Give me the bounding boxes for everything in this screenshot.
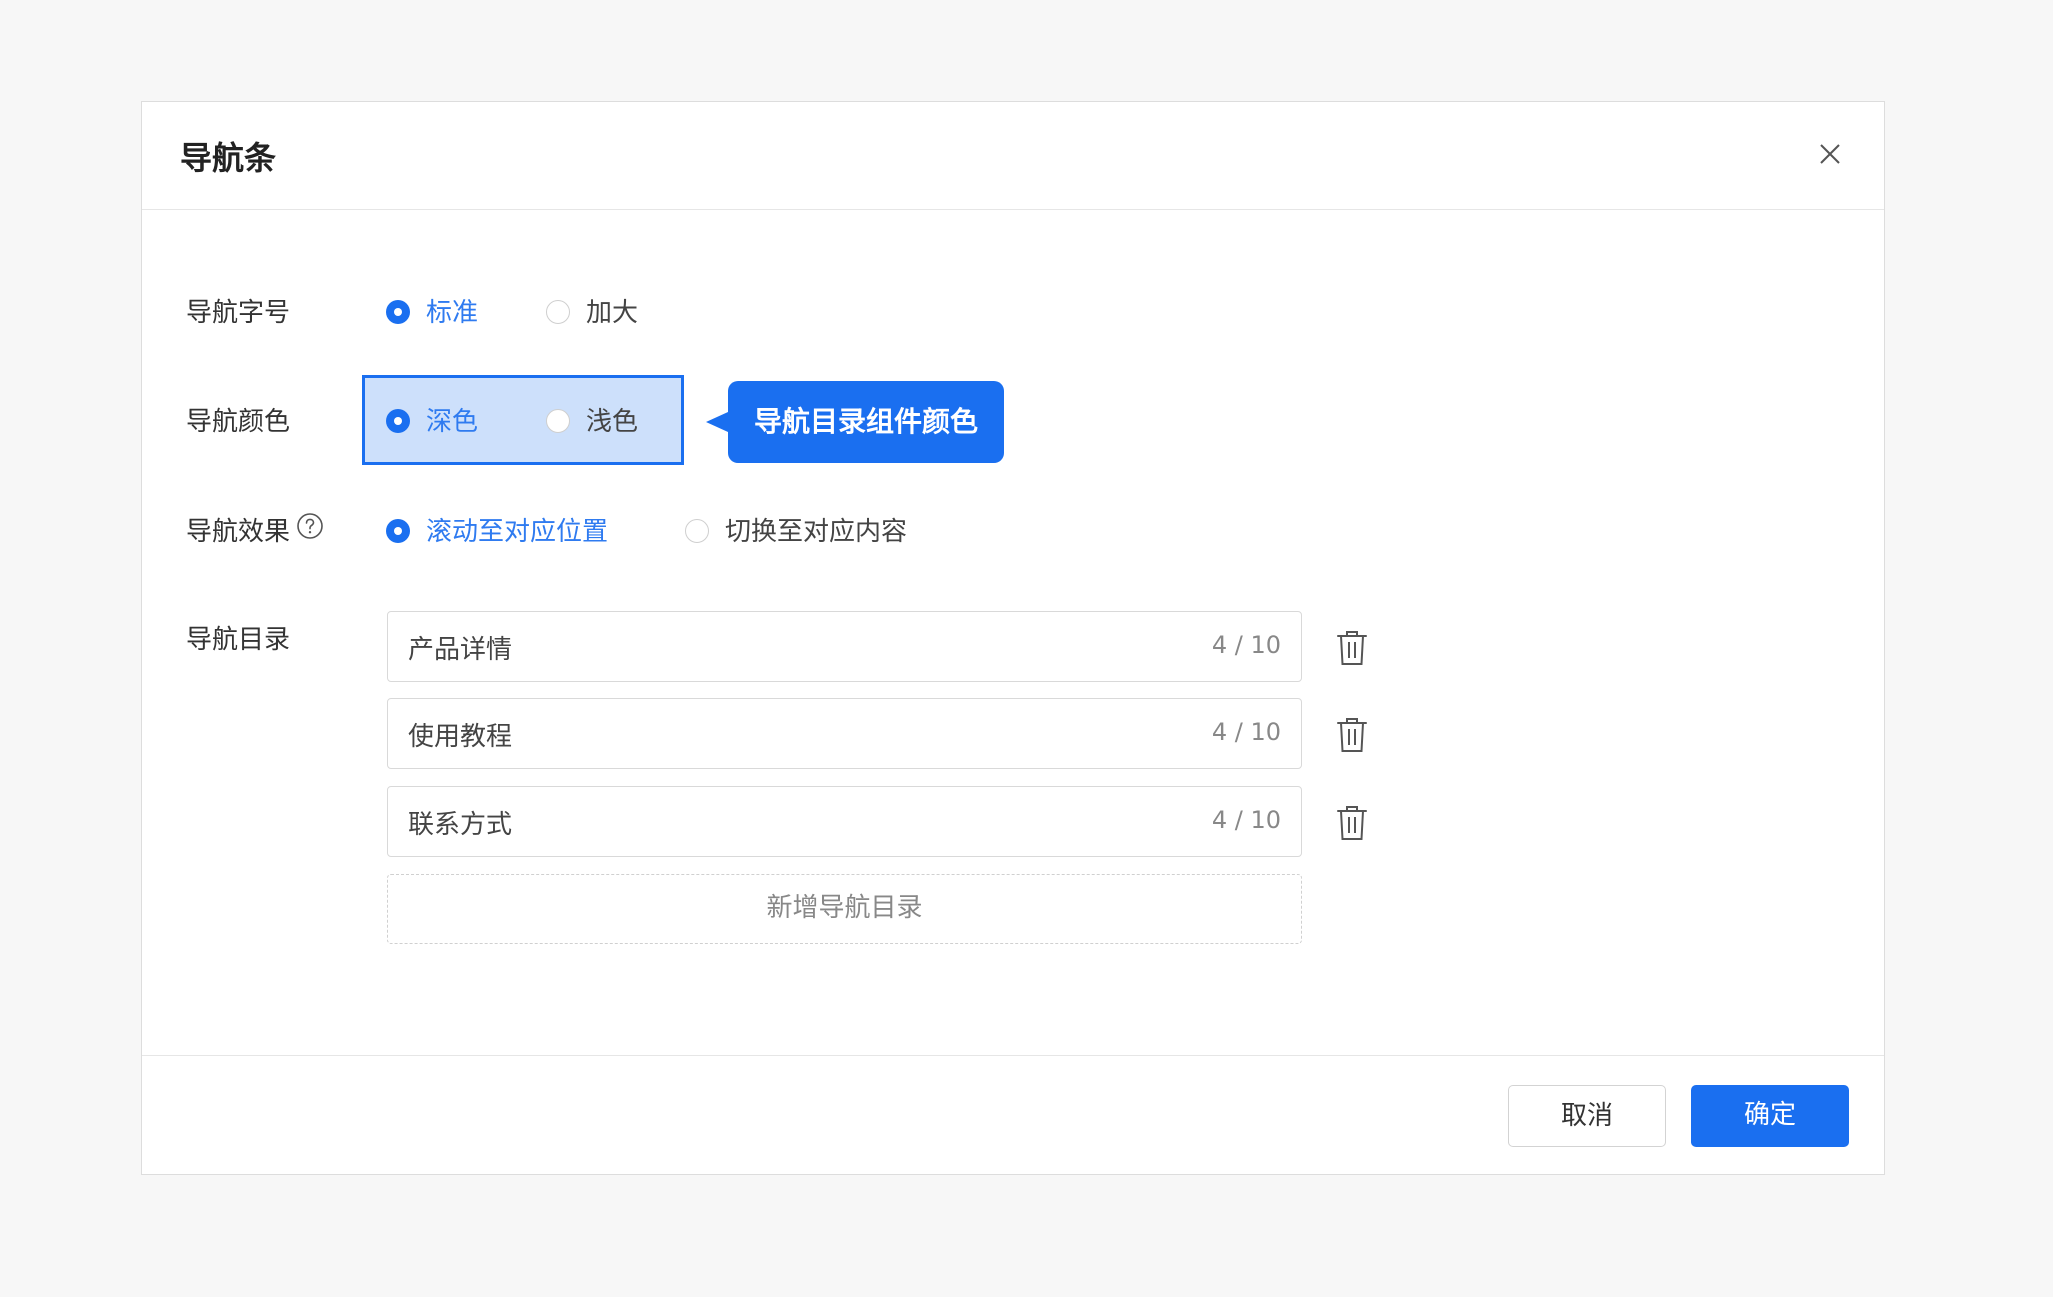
- radio-label: 加大: [586, 298, 639, 328]
- directory-item-value: 联系方式: [408, 810, 513, 840]
- trash-icon[interactable]: [1335, 804, 1369, 842]
- font-size-label: 导航字号: [186, 298, 291, 328]
- add-directory-button[interactable]: 新增导航目录: [387, 874, 1302, 944]
- char-count: 4 / 10: [1211, 806, 1281, 834]
- trash-icon[interactable]: [1335, 629, 1369, 667]
- char-count: 4 / 10: [1211, 631, 1281, 659]
- radio-color-dark[interactable]: 深色: [386, 404, 478, 440]
- radio-label: 切换至对应内容: [725, 517, 908, 547]
- radio-dot: [685, 518, 709, 543]
- cancel-button[interactable]: 取消: [1508, 1085, 1666, 1147]
- radio-label: 深色: [426, 407, 479, 437]
- radio-dot: [386, 299, 410, 324]
- confirm-button[interactable]: 确定: [1691, 1085, 1849, 1147]
- dialog-footer: 取消 确定: [142, 1055, 1884, 1174]
- radio-label: 浅色: [586, 407, 639, 437]
- directory-label: 导航目录: [186, 625, 291, 655]
- radio-dot: [386, 518, 410, 543]
- radio-label: 滚动至对应位置: [426, 517, 609, 547]
- dialog-title: 导航条: [180, 139, 277, 177]
- directory-item-value: 使用教程: [408, 722, 513, 752]
- close-icon[interactable]: [1812, 136, 1848, 172]
- navigation-bar-dialog: 导航条 导航字号 标准 加大 导航颜色 深色 浅色 导航目录组件颜色 导航效果: [141, 101, 1885, 1175]
- radio-font-large[interactable]: 加大: [546, 295, 638, 331]
- radio-color-light[interactable]: 浅色: [546, 404, 638, 440]
- dialog-header: 导航条: [142, 102, 1884, 210]
- color-callout: 导航目录组件颜色: [706, 381, 1004, 463]
- radio-effect-switch[interactable]: 切换至对应内容: [685, 514, 907, 550]
- directory-item-input[interactable]: 产品详情 4 / 10: [387, 611, 1302, 682]
- directory-item-input[interactable]: 使用教程 4 / 10: [387, 698, 1302, 769]
- effect-label: 导航效果: [186, 512, 324, 550]
- radio-font-standard[interactable]: 标准: [386, 295, 478, 331]
- radio-label: 标准: [426, 298, 479, 328]
- directory-item-input[interactable]: 联系方式 4 / 10: [387, 786, 1302, 857]
- radio-dot: [546, 408, 570, 433]
- radio-dot: [546, 299, 570, 324]
- radio-effect-scroll[interactable]: 滚动至对应位置: [386, 514, 608, 550]
- directory-item-value: 产品详情: [408, 635, 513, 665]
- question-circle-icon[interactable]: [296, 512, 324, 550]
- char-count: 4 / 10: [1211, 718, 1281, 746]
- effect-label-text: 导航效果: [186, 517, 291, 547]
- radio-dot: [386, 408, 410, 433]
- color-label: 导航颜色: [186, 407, 291, 437]
- trash-icon[interactable]: [1335, 716, 1369, 754]
